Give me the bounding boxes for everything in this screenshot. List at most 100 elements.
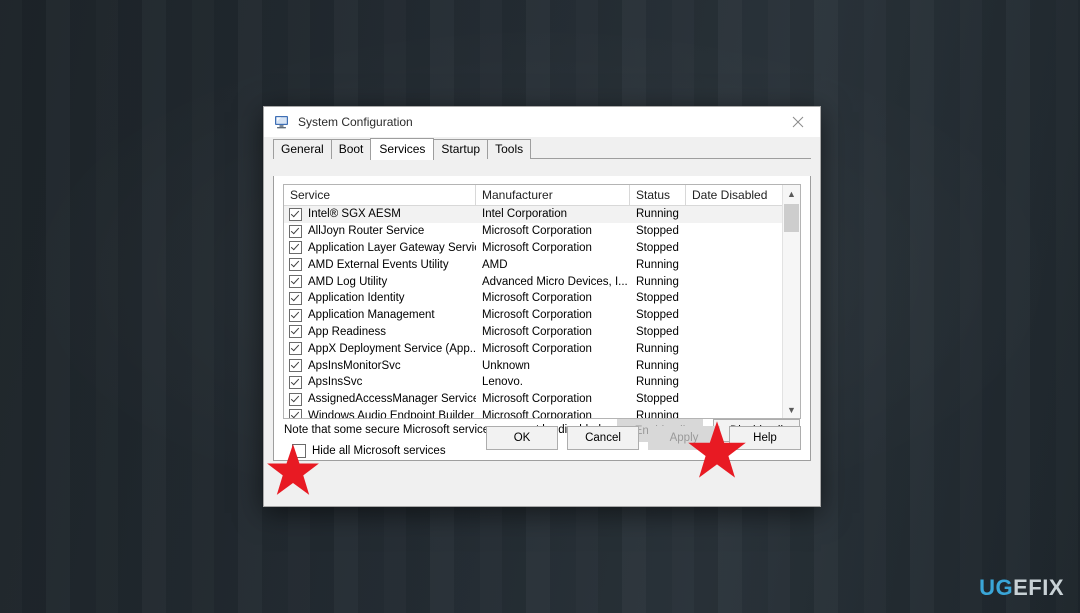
scroll-up-icon[interactable]: ▲ [783, 185, 800, 202]
cell-manufacturer: Microsoft Corporation [482, 409, 592, 418]
cell-manufacturer: Microsoft Corporation [482, 309, 592, 322]
service-checkbox[interactable] [289, 325, 302, 339]
cell-manufacturer: Unknown [482, 359, 530, 372]
services-list-main: Service Manufacturer Status Date Disable… [284, 185, 782, 418]
service-checkbox[interactable] [289, 375, 302, 389]
column-header-manufacturer[interactable]: Manufacturer [476, 185, 630, 205]
service-name: Application Layer Gateway Service [308, 241, 476, 254]
cell-status: Stopped [636, 325, 679, 338]
services-list-body[interactable]: Intel® SGX AESM Intel Corporation Running A… [284, 206, 782, 418]
cell-manufacturer: Advanced Micro Devices, I... [482, 275, 628, 288]
service-name: AssignedAccessManager Service [308, 393, 476, 406]
cell-manufacturer: Microsoft Corporation [482, 342, 592, 355]
cell-manufacturer: Microsoft Corporation [482, 225, 592, 238]
cell-status: Stopped [636, 309, 679, 322]
tab-tools[interactable]: Tools [487, 139, 532, 159]
service-checkbox[interactable] [289, 291, 302, 305]
table-row[interactable]: AMD Log Utility Advanced Micro Devices, I… [284, 273, 782, 290]
service-name: ApsInsSvc [308, 376, 363, 389]
cell-service: Windows Audio Endpoint Builder [284, 409, 476, 418]
cell-service: AMD Log Utility [284, 275, 476, 289]
services-scrollbar[interactable]: ▲ ▼ [782, 185, 800, 418]
table-row[interactable]: Application Identity Microsoft Corporatio… [284, 290, 782, 307]
scrollbar-thumb[interactable] [784, 204, 799, 232]
dialog-title: System Configuration [298, 115, 413, 129]
service-name: AMD Log Utility [308, 275, 388, 288]
cell-service: Intel® SGX AESM [284, 207, 476, 221]
cell-status: Running [636, 359, 679, 372]
service-checkbox[interactable] [289, 207, 302, 221]
table-row[interactable]: App Readiness Microsoft Corporation Stoppe… [284, 324, 782, 341]
cell-manufacturer: Microsoft Corporation [482, 292, 592, 305]
table-row[interactable]: AssignedAccessManager Service Microsoft C… [284, 391, 782, 408]
column-header-service[interactable]: Service [284, 185, 476, 205]
tab-strip: General Boot Services Startup Tools [264, 137, 820, 160]
service-checkbox[interactable] [289, 359, 302, 373]
cell-status: Running [636, 208, 679, 221]
tab-services[interactable]: Services [370, 138, 435, 160]
service-checkbox[interactable] [289, 392, 302, 406]
cell-status: Running [636, 342, 679, 355]
system-configuration-dialog: System Configuration General Boot Servic… [263, 106, 821, 507]
cell-service: ApsInsMonitorSvc [284, 359, 476, 373]
cell-status: Stopped [636, 393, 679, 406]
service-name: AppX Deployment Service (App... [308, 342, 476, 355]
watermark-part-1: UG [979, 575, 1014, 600]
tab-general[interactable]: General [273, 139, 332, 159]
cell-status: Running [636, 376, 679, 389]
table-row[interactable]: AllJoyn Router Service Microsoft Corporat… [284, 223, 782, 240]
ok-button[interactable]: OK [486, 426, 558, 450]
table-row[interactable]: AMD External Events Utility AMD Running [284, 256, 782, 273]
ugetfix-watermark: UGEFIX [979, 577, 1064, 599]
close-icon[interactable] [775, 107, 820, 137]
cell-manufacturer: Microsoft Corporation [482, 241, 592, 254]
cell-service: AMD External Events Utility [284, 258, 476, 272]
cell-manufacturer: Microsoft Corporation [482, 325, 592, 338]
tab-boot[interactable]: Boot [330, 139, 372, 159]
service-name: Intel® SGX AESM [308, 208, 401, 221]
cell-manufacturer: Microsoft Corporation [482, 393, 592, 406]
service-checkbox[interactable] [289, 224, 302, 238]
cancel-button[interactable]: Cancel [567, 426, 639, 450]
table-row[interactable]: Application Layer Gateway Service Microso… [284, 240, 782, 257]
cell-service: AppX Deployment Service (App... [284, 342, 476, 356]
services-panel: Service Manufacturer Status Date Disable… [273, 176, 811, 461]
cell-service: AllJoyn Router Service [284, 224, 476, 238]
column-header-date-disabled[interactable]: Date Disabled [686, 185, 782, 205]
tab-startup[interactable]: Startup [433, 139, 489, 159]
service-name: Application Identity [308, 292, 405, 305]
service-checkbox[interactable] [289, 241, 302, 255]
table-row[interactable]: Application Management Microsoft Corporat… [284, 307, 782, 324]
cell-service: ApsInsSvc [284, 375, 476, 389]
watermark-part-2: E [1013, 575, 1029, 600]
service-checkbox[interactable] [289, 409, 302, 418]
scroll-down-icon[interactable]: ▼ [783, 401, 800, 418]
help-button[interactable]: Help [729, 426, 801, 450]
table-row[interactable]: ApsInsMonitorSvc Unknown Running [284, 357, 782, 374]
cell-service: Application Layer Gateway Service [284, 241, 476, 255]
service-checkbox[interactable] [289, 308, 302, 322]
service-name: App Readiness [308, 325, 386, 338]
service-checkbox[interactable] [289, 258, 302, 272]
table-row[interactable]: ApsInsSvc Lenovo. Running [284, 374, 782, 391]
services-list-header: Service Manufacturer Status Date Disable… [284, 185, 782, 206]
cell-manufacturer: Lenovo. [482, 376, 523, 389]
dialog-footer: OK Cancel Apply Help [283, 426, 801, 450]
service-name: ApsInsMonitorSvc [308, 359, 401, 372]
cell-status: Stopped [636, 241, 679, 254]
apply-button[interactable]: Apply [648, 426, 720, 450]
service-checkbox[interactable] [289, 275, 302, 289]
table-row[interactable]: Intel® SGX AESM Intel Corporation Running [284, 206, 782, 223]
cell-manufacturer: Intel Corporation [482, 208, 568, 221]
watermark-part-3: FIX [1028, 575, 1064, 600]
table-row[interactable]: Windows Audio Endpoint Builder Microsoft … [284, 408, 782, 418]
service-checkbox[interactable] [289, 342, 302, 356]
cell-service: Application Identity [284, 291, 476, 305]
service-name: AMD External Events Utility [308, 258, 449, 271]
scrollbar-track[interactable] [783, 202, 800, 401]
cell-status: Stopped [636, 225, 679, 238]
table-row[interactable]: AppX Deployment Service (App... Microsoft… [284, 340, 782, 357]
column-header-status[interactable]: Status [630, 185, 686, 205]
service-name: Application Management [308, 309, 435, 322]
cell-service: AssignedAccessManager Service [284, 392, 476, 406]
